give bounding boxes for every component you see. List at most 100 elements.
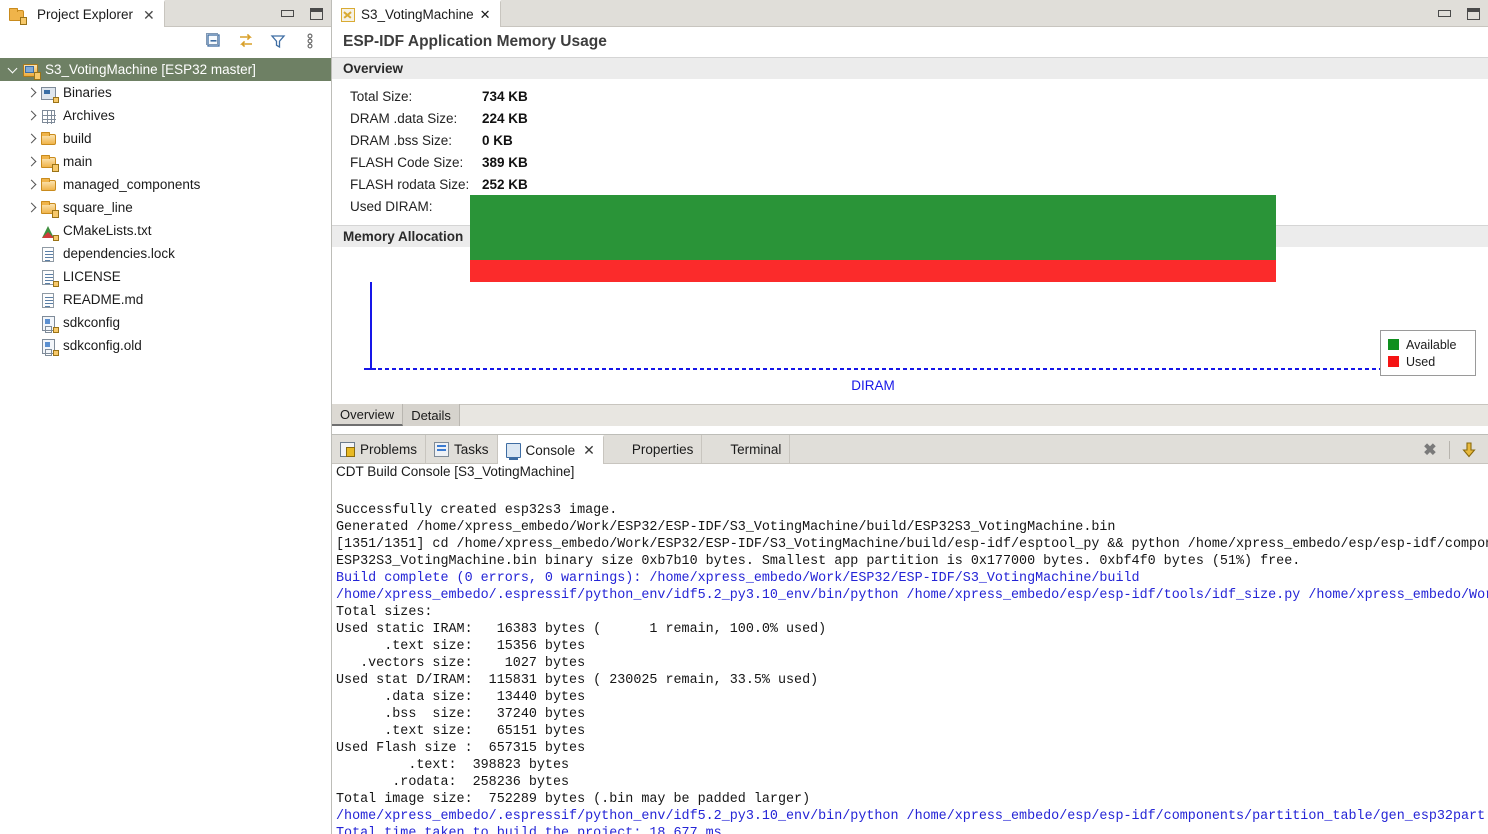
file-icon: [40, 292, 58, 308]
tab-s3-votingmachine[interactable]: S3_VotingMachine ✕: [332, 0, 501, 27]
config-file-icon: [40, 338, 59, 356]
tab-label: Overview: [340, 406, 395, 422]
tree-item-managed-components[interactable]: managed_components: [0, 173, 331, 196]
folder-source-icon: [40, 154, 59, 172]
overview-row-key: DRAM .data Size:: [350, 110, 458, 126]
terminal-icon: [710, 442, 725, 457]
tree-item-archives[interactable]: Archives: [0, 104, 331, 127]
tree-item-sdkconfig[interactable]: sdkconfig: [0, 311, 331, 334]
console-output[interactable]: Successfully created esp32s3 image. Gener…: [332, 502, 1488, 834]
legend-swatch-available: [1388, 339, 1399, 350]
tab-terminal[interactable]: Terminal: [702, 435, 791, 464]
overview-row-value: 252 KB: [482, 176, 528, 192]
chevron-right-icon[interactable]: [24, 85, 40, 101]
chevron-right-icon[interactable]: [24, 154, 40, 170]
tab-problems[interactable]: Problems: [332, 435, 427, 464]
file-icon: [40, 246, 58, 262]
minimize-icon[interactable]: [281, 10, 294, 17]
console-line: [1351/1351] cd /home/xpress_embedo/Work/…: [336, 537, 1488, 552]
maximize-icon[interactable]: [1467, 7, 1480, 20]
tab-tasks[interactable]: Tasks: [426, 435, 498, 464]
chevron-down-icon[interactable]: [6, 62, 22, 78]
view-menu-icon[interactable]: [301, 32, 319, 50]
tree-item-label: S3_VotingMachine [ESP32 master]: [45, 62, 256, 77]
tab-label: Project Explorer: [37, 7, 134, 22]
console-line: .text: 398823 bytes: [336, 758, 570, 773]
console-line: .bss size: 37240 bytes: [336, 707, 586, 722]
editor-window-buttons: [1438, 0, 1480, 27]
folder-source-icon: [40, 200, 59, 218]
overview-row-key: FLASH Code Size:: [350, 154, 464, 170]
view-menu-filter-icon[interactable]: [269, 32, 287, 50]
overview-row: DRAM .data Size: 224 KB: [350, 107, 1488, 129]
overview-row-key: Total Size:: [350, 88, 413, 104]
license-file-icon: [40, 269, 59, 287]
tree-item-sdkconfig-old[interactable]: sdkconfig.old: [0, 334, 331, 357]
overview-row-key: DRAM .bss Size:: [350, 132, 453, 148]
close-icon[interactable]: ✕: [480, 7, 491, 23]
problems-icon: [340, 442, 355, 457]
project-tree[interactable]: S3_VotingMachine [ESP32 master] Binaries A…: [0, 56, 331, 834]
clear-console-button[interactable]: ✖: [1417, 439, 1443, 461]
console-line: Total image size: 752289 bytes (.bin may…: [336, 792, 811, 807]
chart-category-label: DIRAM: [851, 378, 895, 393]
overview-row: DRAM .bss Size: 0 KB: [350, 129, 1488, 151]
tab-project-explorer[interactable]: Project Explorer ✕: [0, 0, 165, 27]
tab-label: Console: [525, 443, 576, 458]
tree-item-build[interactable]: build: [0, 127, 331, 150]
overview-section-header: Overview: [332, 57, 1488, 79]
tab-label: Properties: [631, 442, 694, 457]
tree-item-square-line[interactable]: square_line: [0, 196, 331, 219]
tree-twisty-spacer: [24, 338, 40, 354]
tree-item-label: managed_components: [63, 177, 201, 192]
esp-idf-size-icon: [341, 7, 355, 22]
explorer-window-buttons: [281, 0, 323, 27]
tab-details[interactable]: Details: [403, 404, 460, 426]
overview-row: FLASH rodata Size: 252 KB: [350, 173, 1488, 195]
close-icon[interactable]: ✕: [583, 442, 595, 459]
tree-item-label: sdkconfig: [63, 315, 121, 330]
properties-icon: [612, 442, 627, 457]
link-with-editor-icon[interactable]: [237, 32, 255, 50]
chevron-right-icon[interactable]: [24, 200, 40, 216]
page-title: ESP-IDF Application Memory Usage: [332, 27, 1488, 57]
maximize-icon[interactable]: [310, 7, 323, 20]
tree-item-binaries[interactable]: Binaries: [0, 81, 331, 104]
collapse-all-icon[interactable]: [205, 32, 223, 50]
project-explorer-icon: [8, 7, 27, 25]
tree-item-label: square_line: [63, 200, 133, 215]
tree-item-main[interactable]: main: [0, 150, 331, 173]
tree-twisty-spacer: [24, 269, 40, 285]
tree-twisty-spacer: [24, 246, 40, 262]
tab-properties[interactable]: Properties: [604, 435, 703, 464]
tab-label: Problems: [360, 442, 418, 457]
editor-bottom-tabs: Overview Details: [332, 404, 1488, 426]
tab-overview[interactable]: Overview: [332, 404, 404, 426]
tree-item-s3-votingmachine-esp32-master[interactable]: S3_VotingMachine [ESP32 master]: [0, 58, 331, 81]
chevron-right-icon[interactable]: [24, 108, 40, 124]
minimize-icon[interactable]: [1438, 10, 1451, 17]
overview-row-key: FLASH rodata Size:: [350, 176, 470, 192]
scroll-lock-button[interactable]: [1456, 439, 1482, 461]
chevron-right-icon[interactable]: [24, 131, 40, 147]
tree-item-label: main: [63, 154, 93, 169]
overview-row-key: Used DIRAM:: [350, 198, 433, 214]
legend-label-used: Used: [1406, 354, 1436, 369]
toolbar-separator: [1449, 440, 1450, 459]
legend-swatch-used: [1388, 356, 1399, 367]
overview-row-value: 734 KB: [482, 88, 528, 104]
folder-icon: [40, 177, 58, 193]
console-subtitle: CDT Build Console [S3_VotingMachine]: [332, 464, 1488, 483]
tab-console[interactable]: Console ✕: [497, 435, 604, 464]
tree-item-dependencies-lock[interactable]: dependencies.lock: [0, 242, 331, 265]
tree-item-readme-md[interactable]: README.md: [0, 288, 331, 311]
tab-label: Tasks: [454, 442, 489, 457]
console-view: Problems Tasks Console ✕ Properties Terminal …: [332, 434, 1488, 834]
tree-item-cmakelists-txt[interactable]: CMakeLists.txt: [0, 219, 331, 242]
console-line: Total time taken to build the project: 1…: [336, 826, 722, 834]
tree-item-license[interactable]: LICENSE: [0, 265, 331, 288]
console-line: ESP32S3_VotingMachine.bin binary size 0x…: [336, 554, 1301, 569]
chevron-right-icon[interactable]: [24, 177, 40, 193]
console-line: Used Flash size : 657315 bytes: [336, 741, 586, 756]
close-icon[interactable]: ✕: [143, 8, 155, 22]
